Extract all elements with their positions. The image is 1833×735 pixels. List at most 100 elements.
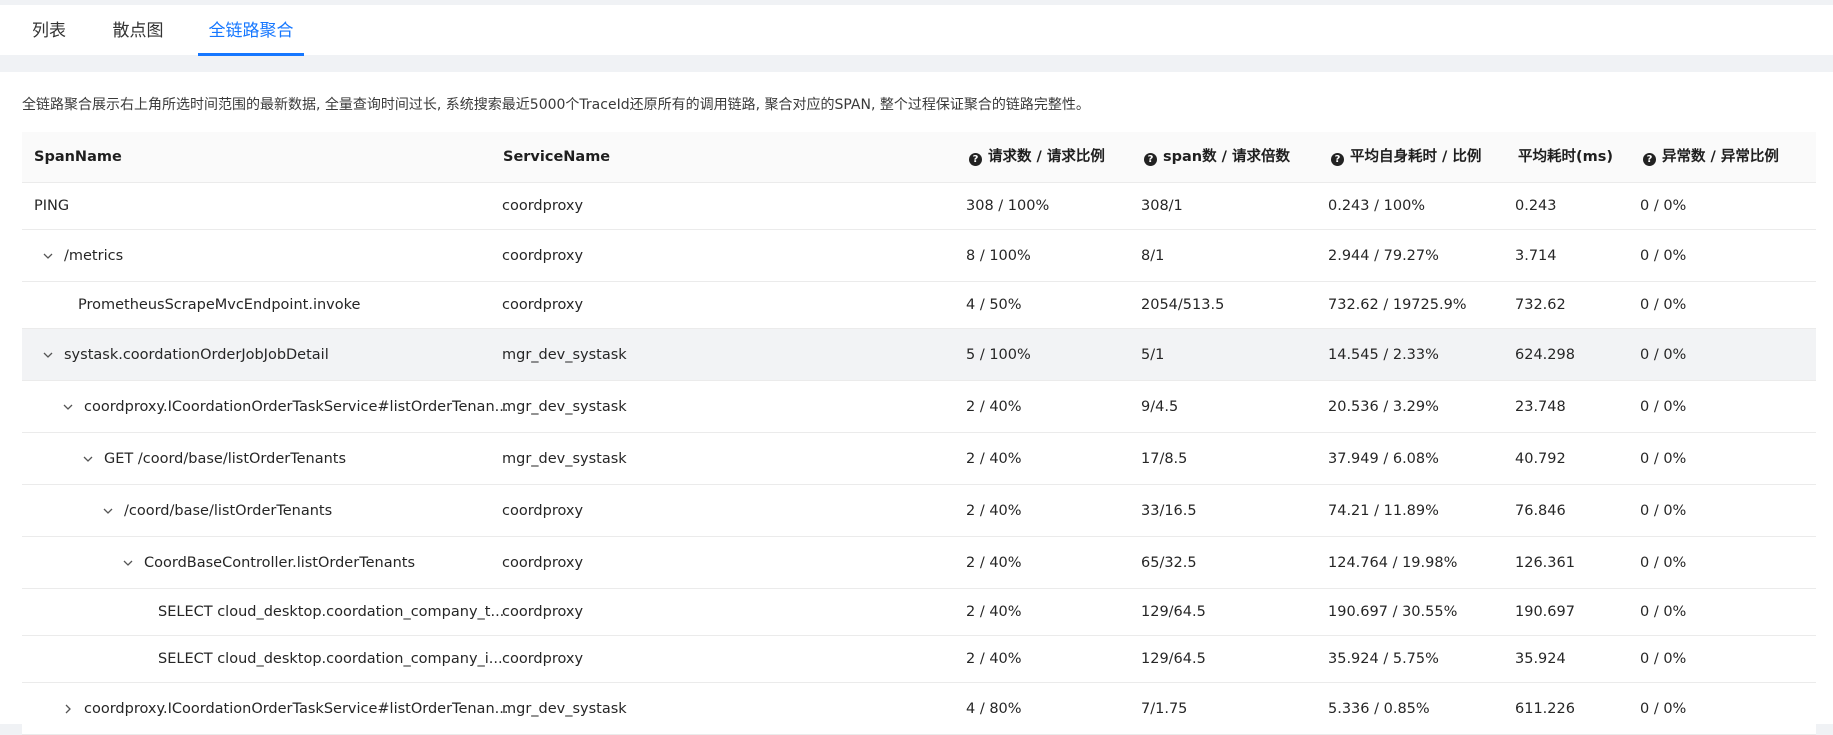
avg-time-cell: 611.226 [1515, 700, 1575, 717]
errors-cell: 0 / 0% [1640, 604, 1687, 620]
service-cell: mgr_dev_systask [502, 346, 627, 363]
table-row[interactable]: systask.coordationOrderJobJobDetail mgr_d… [22, 329, 1816, 381]
question-icon[interactable]: ? [1331, 153, 1344, 166]
spans-cell: 7/1.75 [1141, 700, 1188, 717]
self-time-cell: 14.545 / 2.33% [1328, 346, 1439, 363]
span-name-text: SELECT cloud_desktop.coordation_company_… [158, 651, 503, 667]
table-row[interactable]: /coord/base/listOrderTenants coordproxy 2 … [22, 485, 1816, 537]
span-name-text: SELECT cloud_desktop.coordation_company_… [158, 604, 505, 620]
spans-cell: 2054/513.5 [1141, 297, 1225, 313]
span-name-text: PrometheusScrapeMvcEndpoint.invoke [78, 297, 361, 313]
chevron-right-icon[interactable] [62, 703, 74, 715]
spans-cell: 129/64.5 [1141, 651, 1206, 667]
chevron-down-icon[interactable] [42, 349, 54, 361]
spans-cell: 129/64.5 [1141, 604, 1206, 620]
requests-cell: 2 / 40% [966, 604, 1022, 620]
table-row[interactable]: PrometheusScrapeMvcEndpoint.invoke coordp… [22, 282, 1816, 329]
requests-cell: 8 / 100% [966, 247, 1031, 264]
spans-cell: 308/1 [1141, 198, 1183, 214]
chevron-down-icon[interactable] [42, 250, 54, 262]
col-header-label: SpanName [34, 149, 122, 165]
errors-cell: 0 / 0% [1640, 700, 1687, 717]
avg-time-cell: 0.243 [1515, 198, 1557, 214]
service-cell: coordproxy [502, 502, 584, 519]
errors-cell: 0 / 0% [1640, 297, 1687, 313]
span-name-cell: CoordBaseController.listOrderTenants [34, 537, 582, 588]
span-name-text: /coord/base/listOrderTenants [124, 502, 333, 519]
spans-cell: 8/1 [1141, 247, 1165, 264]
requests-cell: 308 / 100% [966, 198, 1050, 214]
table-row[interactable]: SELECT cloud_desktop.coordation_company_… [22, 636, 1816, 683]
requests-cell: 2 / 40% [966, 651, 1022, 667]
question-icon[interactable]: ? [1643, 153, 1656, 166]
avg-time-cell: 40.792 [1515, 450, 1566, 467]
self-time-cell: 190.697 / 30.55% [1328, 604, 1458, 620]
service-cell: mgr_dev_systask [502, 450, 627, 467]
tab-full-trace-aggregation[interactable]: 全链路聚合 [198, 5, 304, 55]
table-row[interactable]: coordproxy.ICoordationOrderTaskService#l… [22, 381, 1816, 433]
table-row[interactable]: coordproxy.ICoordationOrderTaskService#l… [22, 683, 1816, 735]
span-name-cell: coordproxy.ICoordationOrderTaskService#l… [34, 683, 522, 734]
requests-cell: 5 / 100% [966, 346, 1031, 363]
span-name-cell: PING [34, 183, 494, 229]
service-cell: coordproxy [502, 247, 584, 264]
spans-cell: 33/16.5 [1141, 502, 1197, 519]
table-header: SpanName ServiceName ? 请求数 / 请求比例 ? span数 … [22, 132, 1816, 183]
spans-cell: 5/1 [1141, 346, 1165, 363]
table-row[interactable]: SELECT cloud_desktop.coordation_company_… [22, 589, 1816, 636]
requests-cell: 2 / 40% [966, 502, 1022, 519]
chevron-down-icon[interactable] [62, 401, 74, 413]
errors-cell: 0 / 0% [1640, 247, 1687, 264]
service-cell: mgr_dev_systask [502, 700, 627, 717]
col-header-label: ServiceName [503, 149, 611, 165]
errors-cell: 0 / 0% [1640, 450, 1687, 467]
table-row[interactable]: GET /coord/base/listOrderTenants mgr_dev_… [22, 433, 1816, 485]
table-row[interactable]: PING coordproxy 308 / 100% 308/1 0.243 / 100… [22, 183, 1816, 230]
self-time-cell: 5.336 / 0.85% [1328, 700, 1430, 717]
chevron-down-icon[interactable] [102, 505, 114, 517]
active-tab-indicator [198, 53, 304, 56]
errors-cell: 0 / 0% [1640, 346, 1687, 363]
service-cell: coordproxy [502, 198, 584, 214]
span-name-cell: /metrics [34, 230, 502, 281]
service-cell: mgr_dev_systask [502, 398, 627, 415]
avg-time-cell: 23.748 [1515, 398, 1566, 415]
col-header-self-time: ? 平均自身耗时 / 比例 [1331, 132, 1481, 182]
question-icon[interactable]: ? [1144, 153, 1157, 166]
col-header-avg-time: 平均耗时(ms) [1518, 132, 1613, 182]
col-header-label: 请求数 / 请求比例 [988, 149, 1105, 165]
avg-time-cell: 35.924 [1515, 651, 1566, 667]
aggregation-notice: 全链路聚合展示右上角所选时间范围的最新数据, 全量查询时间过长, 系统搜索最近5… [22, 97, 1090, 113]
avg-time-cell: 190.697 [1515, 604, 1575, 620]
avg-time-cell: 3.714 [1515, 247, 1557, 264]
service-cell: coordproxy [502, 297, 584, 313]
service-cell: coordproxy [502, 651, 584, 667]
span-name-cell: GET /coord/base/listOrderTenants [34, 433, 542, 484]
requests-cell: 4 / 50% [966, 297, 1022, 313]
tab-bar: 列表 散点图 全链路聚合 [0, 5, 1833, 56]
tab-scatter[interactable]: 散点图 [104, 5, 172, 55]
span-name-text: PING [34, 198, 70, 214]
table-body: PING coordproxy 308 / 100% 308/1 0.243 / 100… [22, 183, 1816, 735]
self-time-cell: 74.21 / 11.89% [1328, 502, 1439, 519]
table-row[interactable]: /metrics coordproxy 8 / 100% 8/1 2.944 / 79.… [22, 230, 1816, 282]
col-header-requests: ? 请求数 / 请求比例 [969, 132, 1105, 182]
question-icon[interactable]: ? [969, 153, 982, 166]
col-header-label: 平均耗时(ms) [1518, 149, 1613, 165]
avg-time-cell: 126.361 [1515, 554, 1575, 571]
span-name-text: CoordBaseController.listOrderTenants [144, 554, 416, 571]
errors-cell: 0 / 0% [1640, 651, 1687, 667]
col-header-errors: ? 异常数 / 异常比例 [1643, 132, 1779, 182]
errors-cell: 0 / 0% [1640, 398, 1687, 415]
self-time-cell: 732.62 / 19725.9% [1328, 297, 1467, 313]
errors-cell: 0 / 0% [1640, 554, 1687, 571]
chevron-down-icon[interactable] [122, 557, 134, 569]
chevron-down-icon[interactable] [82, 453, 94, 465]
span-name-text: /metrics [64, 247, 124, 264]
table-row[interactable]: CoordBaseController.listOrderTenants coor… [22, 537, 1816, 589]
self-time-cell: 37.949 / 6.08% [1328, 450, 1439, 467]
span-name-cell: systask.coordationOrderJobJobDetail [34, 329, 502, 380]
requests-cell: 2 / 40% [966, 554, 1022, 571]
tab-list[interactable]: 列表 [22, 5, 76, 55]
col-header-label: 异常数 / 异常比例 [1662, 149, 1779, 165]
